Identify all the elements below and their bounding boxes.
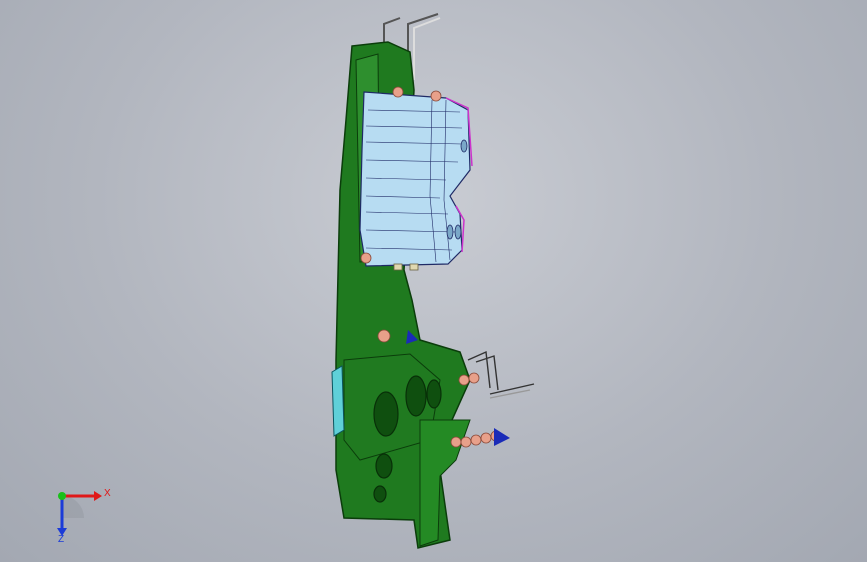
y-axis-dot: [58, 492, 66, 500]
cyan-side-part[interactable]: [331, 365, 345, 437]
x-axis-arrow: [94, 491, 102, 501]
graphics-viewport[interactable]: X Z: [0, 0, 867, 562]
z-axis-label: Z: [58, 534, 65, 545]
3d-model-assembly[interactable]: [0, 0, 867, 562]
triad-quadrant: [62, 496, 84, 518]
orientation-triad: X Z: [40, 478, 120, 548]
x-axis-label: X: [104, 488, 111, 499]
